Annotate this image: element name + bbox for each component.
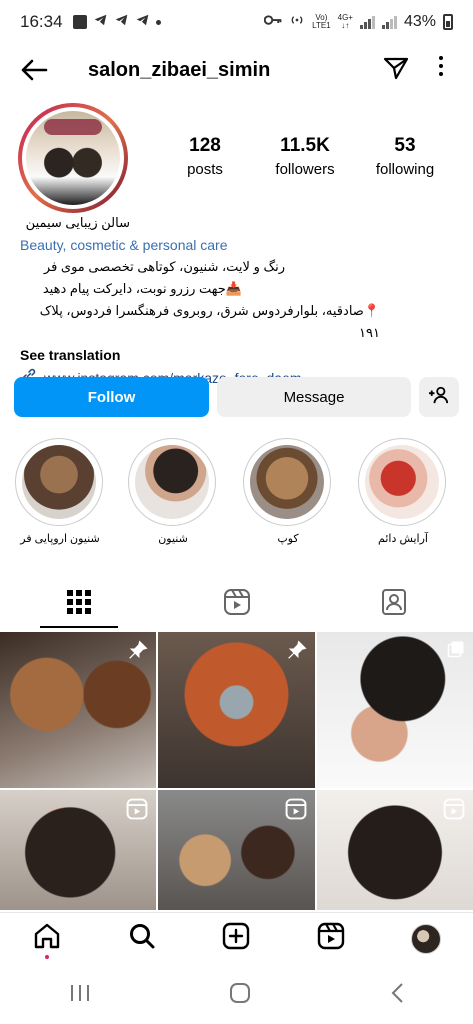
back-button-icon[interactable] [390,982,404,1009]
highlight-image [135,445,209,519]
pin-icon [128,640,148,665]
back-arrow-icon[interactable] [20,55,50,85]
home-icon [33,922,61,955]
tab-posts-grid[interactable] [0,580,158,628]
battery-icon [443,14,453,30]
bio-line: 📥جهت رزرو نوبت، دایرکت پیام دهید [42,281,242,296]
nav-search[interactable] [122,919,162,959]
reel-icon [126,798,148,825]
post-thumbnail[interactable] [158,632,315,788]
nav-create[interactable] [216,919,256,959]
profile-avatar[interactable] [18,103,128,213]
tagged-icon [380,588,408,621]
hotspot-icon [289,12,305,33]
follow-button[interactable]: Follow [14,377,209,417]
network-type: 4G+ ↓↑ [337,13,353,30]
story-highlights: شنیون اروپایی فر شنیون کوپ آرایش دائم [0,438,473,558]
status-right: Vo) LTE1 4G+ ↓↑ 43% [263,12,453,33]
battery-percent: 43% [403,13,436,30]
highlight-item[interactable]: شنیون [128,438,218,545]
profile-stats: 128 posts 11.5K followers 53 following [160,135,450,178]
post-thumbnail[interactable] [158,790,315,910]
avatar-image [26,111,120,205]
display-name: سالن زیبایی سیمین [25,215,130,230]
nav-home[interactable] [27,919,67,959]
create-icon [222,922,250,955]
reels-icon [223,588,251,621]
signal-icon [359,15,375,29]
bio-line: رنگ و لایت، شنیون، کوتاهی تخصصی موی فر [43,259,285,274]
nav-profile[interactable] [406,919,446,959]
post-thumbnail[interactable] [317,790,473,910]
profile-bio: سالن زیبایی سیمین Beauty, cosmetic & per… [20,212,460,390]
system-navigation [0,966,473,1024]
telegram-icon [114,12,129,32]
add-person-icon [428,385,450,409]
stat-posts[interactable]: 128 posts [160,135,250,178]
key-icon [263,13,282,31]
post-thumbnail[interactable] [0,632,156,788]
profile-header: salon_zibaei_simin [0,48,473,92]
more-icon[interactable] [439,56,443,76]
send-icon[interactable] [383,56,409,85]
nav-reels[interactable] [311,919,351,959]
profile-username: salon_zibaei_simin [88,58,271,81]
posts-grid [0,632,473,910]
highlight-item[interactable]: کوپ [243,438,333,545]
highlight-image [22,445,96,519]
status-time: 16:34 [20,12,63,31]
highlight-item[interactable]: آرایش دائم [358,438,448,545]
profile-avatar-small [410,923,441,954]
suggest-people-button[interactable] [419,377,459,417]
post-thumbnail[interactable] [317,632,473,788]
recent-apps-icon[interactable] [69,983,91,1008]
grid-icon [66,589,92,620]
notification-dot [45,954,50,959]
tab-reels[interactable] [158,580,316,628]
telegram-icon [93,12,108,32]
profile-actions: Follow Message [14,377,460,417]
search-icon [128,922,156,955]
telegram-icon [135,12,150,32]
carousel-icon [447,640,465,663]
tab-tagged[interactable] [315,580,473,628]
reel-icon [285,798,307,825]
volte-label: Vo) LTE1 [312,13,331,30]
see-translation-link[interactable]: See translation [20,344,460,366]
highlight-item[interactable]: شنیون اروپایی فر [15,438,105,545]
home-button-icon[interactable] [229,982,251,1009]
more-notifications-dot [155,19,161,25]
stat-followers[interactable]: 11.5K followers [260,135,350,178]
highlight-image [365,445,439,519]
status-bar: 16:34 Vo) LTE1 4G+ ↓↑ 43% [0,0,473,44]
message-button[interactable]: Message [217,377,411,417]
reel-icon [443,798,465,825]
pin-icon [287,640,307,665]
bio-line: 📍صادقیه، بلوارفردوس شرق، روبروی فرهنگسرا… [39,303,380,340]
reels-icon [317,922,345,955]
post-thumbnail[interactable] [0,790,156,910]
stat-following[interactable]: 53 following [360,135,450,178]
gallery-icon [72,15,87,29]
bottom-navigation [0,912,473,964]
highlight-image [250,445,324,519]
notification-icons [72,12,161,32]
profile-tabs [0,580,473,628]
category-label: Beauty, cosmetic & personal care [20,237,228,253]
signal-icon-2 [381,15,397,29]
